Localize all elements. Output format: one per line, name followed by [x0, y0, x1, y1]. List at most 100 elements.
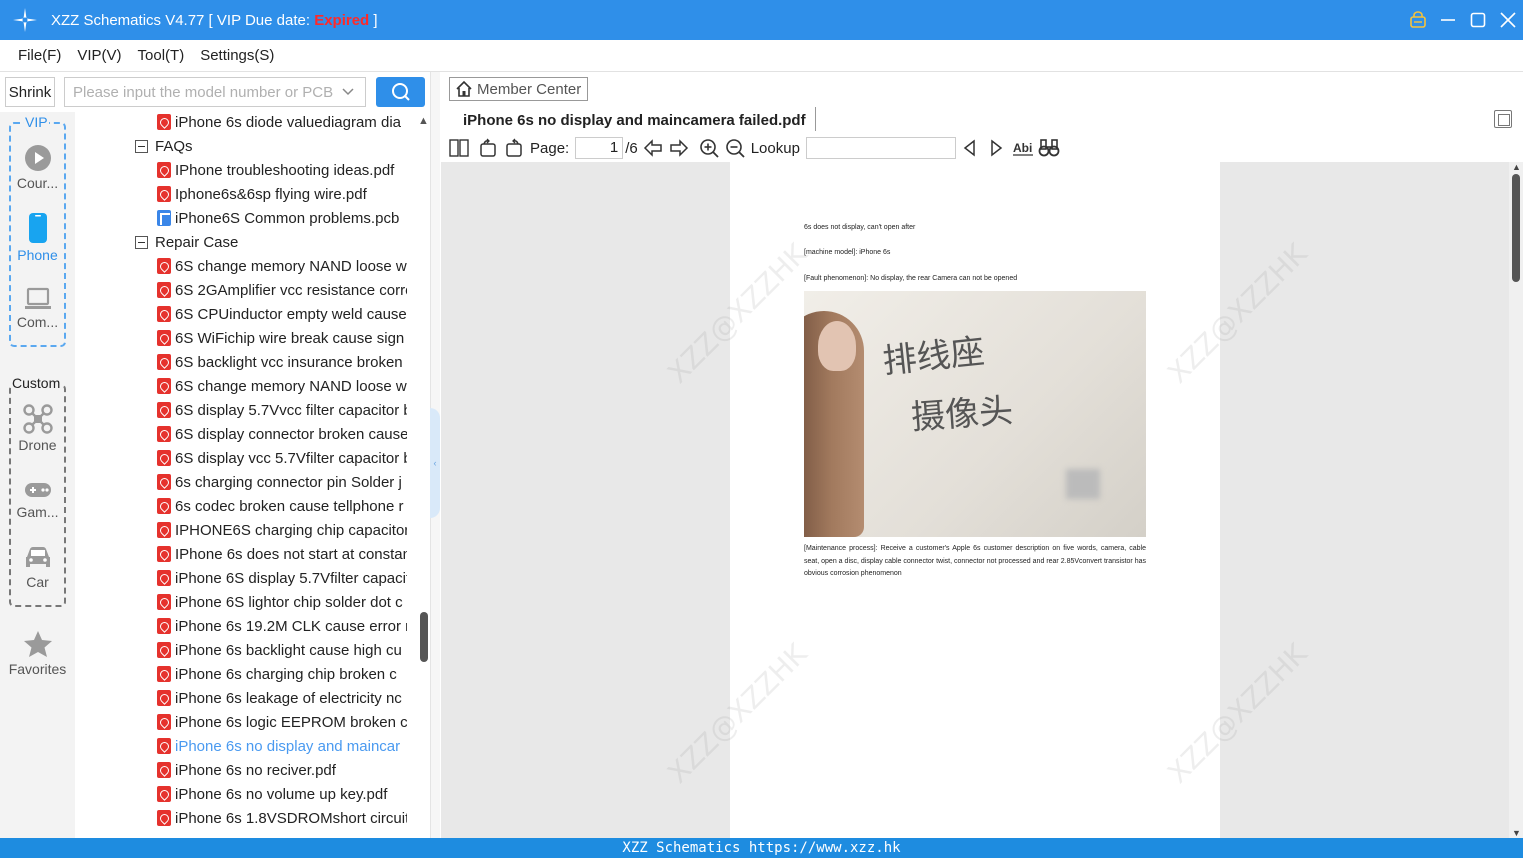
pdf-file-icon: [157, 474, 171, 490]
tree-file[interactable]: iPhone 6s no volume up key.pdf: [157, 782, 407, 806]
doc-line: 6s does not display, can't open after: [804, 224, 916, 231]
home-icon: [456, 80, 472, 97]
pdf-toolbar: Page: 1 /6 Lookup Abi: [441, 134, 1523, 162]
restore-window-icon[interactable]: [1494, 110, 1512, 128]
tree-file[interactable]: iPhone 6S display 5.7Vfilter capacit: [157, 566, 407, 590]
lookup-input[interactable]: [805, 137, 956, 159]
sidebar-item-games[interactable]: Gam...: [0, 479, 75, 520]
tree-file[interactable]: iPhone6S Common problems.pcb: [157, 206, 407, 230]
tree-file[interactable]: IPhone 6s does not start at constan: [157, 542, 407, 566]
tree-file[interactable]: 6S WiFichip wire break cause sign: [157, 326, 407, 350]
pdf-file-icon: [157, 666, 171, 682]
collapse-icon[interactable]: [135, 139, 148, 153]
status-bar: XZZ Schematics https://www.xzz.hk: [0, 838, 1523, 858]
sidebar-item-courses[interactable]: Cour...: [0, 144, 75, 191]
sidebar-item-favorites[interactable]: Favorites: [0, 630, 75, 677]
tree-file[interactable]: 6S display 5.7Vvcc filter capacitor b: [157, 398, 407, 422]
tab-separator: [815, 107, 816, 131]
pdf-viewer[interactable]: 6s does not display, can't open after [m…: [441, 162, 1509, 838]
tree-file[interactable]: IPhone troubleshooting ideas.pdf: [157, 158, 407, 182]
rotate-left-icon[interactable]: [478, 136, 498, 160]
handwriting: 排线座 摄像头: [881, 332, 1015, 438]
rotate-right-icon[interactable]: [504, 136, 524, 160]
menu-tool[interactable]: Tool(T): [138, 47, 185, 64]
tree-file[interactable]: 6S display connector broken cause: [157, 422, 407, 446]
star-icon: [23, 631, 52, 657]
tree-file[interactable]: iPhone 6s charging chip broken c: [157, 662, 407, 686]
tree-file-selected[interactable]: iPhone 6s no display and maincar: [157, 734, 407, 758]
tree-file[interactable]: 6S 2GAmplifier vcc resistance corro: [157, 278, 407, 302]
previous-page-arrow-icon[interactable]: [642, 136, 664, 160]
tree-file[interactable]: 6S display vcc 5.7Vfilter capacitor b: [157, 446, 407, 470]
pdf-file-icon: [157, 114, 171, 130]
collapse-icon[interactable]: [135, 235, 148, 249]
tree-file[interactable]: iPhone 6s backlight cause high cu: [157, 638, 407, 662]
tree-scrollbar-thumb[interactable]: [420, 612, 428, 662]
pdf-file-icon: [157, 498, 171, 514]
maximize-button[interactable]: [1463, 0, 1493, 40]
lock-icon[interactable]: [1403, 0, 1433, 40]
menu-file[interactable]: File(F): [18, 47, 61, 64]
viewer-scrollbar-thumb[interactable]: [1512, 174, 1520, 282]
binoculars-icon[interactable]: [1038, 136, 1060, 160]
tree-folder-repair-case[interactable]: Repair Case: [135, 230, 238, 254]
scroll-down-icon[interactable]: ▼: [1512, 828, 1521, 838]
sidebar-item-phone[interactable]: Phone: [0, 212, 75, 263]
svg-text:Abi: Abi: [1013, 141, 1032, 155]
pdf-file-icon: [157, 690, 171, 706]
search-input[interactable]: Please input the model number or PCB: [64, 77, 366, 107]
tree-file[interactable]: iPhone 6S lightor chip solder dot c: [157, 590, 407, 614]
title-bar: XZZ Schematics V4.77 [ VIP Due date: Exp…: [0, 0, 1523, 40]
two-page-view-icon[interactable]: [449, 136, 469, 160]
pdf-file-icon: [157, 714, 171, 730]
collapse-panel-handle[interactable]: ‹: [430, 408, 440, 518]
page-number-input[interactable]: 1: [575, 137, 624, 159]
next-page-arrow-icon[interactable]: [668, 136, 690, 160]
tree-file[interactable]: IPHONE6S charging chip capacitor: [157, 518, 407, 542]
pdf-file-icon: [157, 354, 171, 370]
scroll-up-icon[interactable]: ▲: [418, 115, 429, 127]
tree-folder-faqs[interactable]: FAQs: [135, 134, 193, 158]
sidebar-item-computer[interactable]: Com...: [0, 287, 75, 330]
tree-file[interactable]: 6s codec broken cause tellphone r: [157, 494, 407, 518]
close-button[interactable]: [1493, 0, 1523, 40]
tree-file[interactable]: iPhone 6s leakage of electricity nc: [157, 686, 407, 710]
sidebar-item-label: Gam...: [16, 504, 59, 520]
find-previous-icon[interactable]: [962, 136, 978, 160]
tree-file[interactable]: 6S CPUinductor empty weld cause: [157, 302, 407, 326]
sidebar-item-car[interactable]: Car: [0, 545, 75, 590]
pdf-file-icon: [157, 162, 171, 178]
document-tab[interactable]: iPhone 6s no display and maincamera fail…: [463, 108, 806, 132]
pdf-file-icon: [157, 594, 171, 610]
blurred-region: [1066, 469, 1100, 499]
menu-settings[interactable]: Settings(S): [200, 47, 274, 64]
pdf-file-icon: [157, 642, 171, 658]
sidebar-item-label: Favorites: [8, 661, 67, 677]
tree-file[interactable]: iPhone 6s diode valuediagram dia: [157, 112, 407, 134]
viewer-scrollbar[interactable]: ▲ ▼: [1509, 162, 1523, 838]
zoom-out-icon[interactable]: [725, 136, 745, 160]
tree-file[interactable]: iPhone 6s 19.2M CLK cause error r: [157, 614, 407, 638]
pdf-file-icon: [157, 786, 171, 802]
tree-file[interactable]: 6S change memory NAND loose w: [157, 254, 407, 278]
tree-file[interactable]: 6s charging connector pin Solder j: [157, 470, 407, 494]
chevron-down-icon[interactable]: [341, 84, 355, 102]
tree-file[interactable]: 6S change memory NAND loose w: [157, 374, 407, 398]
tree-file[interactable]: Iphone6s&6sp flying wire.pdf: [157, 182, 407, 206]
match-case-icon[interactable]: Abi: [1012, 136, 1034, 160]
tree-file[interactable]: iPhone 6s 1.8VSDROMshort circuit: [157, 806, 407, 830]
find-next-icon[interactable]: [988, 136, 1004, 160]
close-icon: [1500, 12, 1516, 28]
zoom-in-icon[interactable]: [699, 136, 719, 160]
lookup-label: Lookup: [750, 139, 800, 157]
member-center-button[interactable]: Member Center: [449, 77, 588, 101]
scroll-up-icon[interactable]: ▲: [1512, 162, 1521, 172]
shrink-button[interactable]: Shrink: [5, 77, 55, 107]
tree-file[interactable]: iPhone 6s no reciver.pdf: [157, 758, 407, 782]
tree-file[interactable]: 6S backlight vcc insurance broken: [157, 350, 407, 374]
sidebar-item-drone[interactable]: Drone: [0, 404, 75, 453]
menu-vip[interactable]: VIP(V): [77, 47, 121, 64]
tree-file[interactable]: iPhone 6s logic EEPROM broken c: [157, 710, 407, 734]
search-button[interactable]: [376, 77, 425, 107]
minimize-button[interactable]: [1433, 0, 1463, 40]
